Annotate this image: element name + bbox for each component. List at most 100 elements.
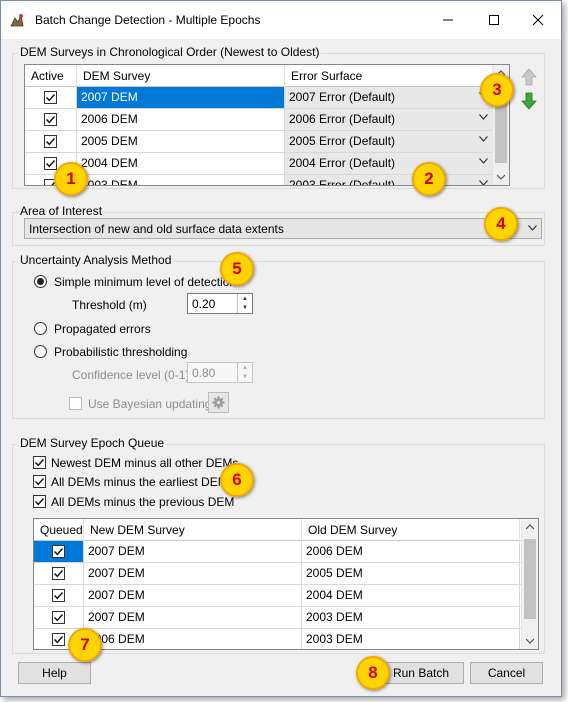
survey-row[interactable]: 2007 DEM 2007 Error (Default) bbox=[25, 87, 493, 109]
queued-checkbox[interactable] bbox=[52, 633, 65, 646]
old-dem-cell[interactable]: 2006 DEM bbox=[302, 541, 520, 562]
minimize-icon bbox=[443, 19, 453, 21]
active-checkbox[interactable] bbox=[44, 157, 57, 170]
error-surface-value: 2006 Error (Default) bbox=[289, 112, 396, 126]
old-dem-cell[interactable]: 2003 DEM bbox=[302, 629, 520, 649]
propagated-errors-radio[interactable] bbox=[34, 322, 47, 335]
threshold-spinner[interactable]: 0.20 ▲ ▼ bbox=[187, 293, 253, 314]
scroll-down-icon[interactable] bbox=[526, 638, 534, 644]
queue-scrollbar[interactable] bbox=[521, 519, 538, 649]
column-header-dem-survey[interactable]: DEM Survey bbox=[77, 65, 285, 87]
cancel-button[interactable]: Cancel bbox=[470, 662, 543, 684]
column-header-new-dem[interactable]: New DEM Survey bbox=[84, 519, 302, 541]
new-dem-cell[interactable]: 2007 DEM bbox=[84, 563, 302, 584]
move-down-button[interactable] bbox=[519, 91, 539, 111]
queue-grid-header: Queued New DEM Survey Old DEM Survey bbox=[34, 519, 538, 541]
minimize-button[interactable] bbox=[425, 1, 471, 39]
dem-survey-cell[interactable]: 2004 DEM bbox=[77, 153, 285, 174]
spin-up-icon[interactable]: ▲ bbox=[238, 294, 252, 303]
queue-row[interactable]: 2006 DEM 2003 DEM bbox=[34, 629, 521, 649]
surveys-group-label: DEM Surveys in Chronological Order (Newe… bbox=[18, 45, 322, 59]
surveys-grid-header: Active DEM Survey Error Surface bbox=[25, 65, 509, 87]
run-batch-button[interactable]: Run Batch bbox=[378, 662, 464, 684]
arrow-down-icon bbox=[521, 92, 537, 110]
propagated-errors-label: Propagated errors bbox=[54, 322, 151, 336]
queue-option-checkbox[interactable] bbox=[33, 456, 46, 469]
chevron-down-icon bbox=[479, 114, 488, 120]
survey-row[interactable]: 2006 DEM 2006 Error (Default) bbox=[25, 109, 493, 131]
bayesian-label: Use Bayesian updating bbox=[88, 397, 212, 411]
queue-grid[interactable]: Queued New DEM Survey Old DEM Survey 200… bbox=[33, 518, 539, 650]
old-dem-cell[interactable]: 2005 DEM bbox=[302, 563, 520, 584]
spin-up-icon[interactable]: ▲ bbox=[238, 363, 252, 372]
error-surface-dropdown[interactable]: 2003 Error (Default) bbox=[285, 175, 493, 186]
aoi-dropdown[interactable]: Intersection of new and old surface data… bbox=[24, 218, 542, 239]
move-up-button[interactable] bbox=[519, 67, 539, 87]
column-header-queued[interactable]: Queued bbox=[34, 519, 84, 541]
queue-row[interactable]: 2007 DEM 2003 DEM bbox=[34, 607, 521, 629]
confidence-value: 0.80 bbox=[192, 366, 216, 380]
chevron-down-icon bbox=[479, 158, 488, 164]
chevron-down-icon bbox=[479, 180, 488, 185]
queue-option-checkbox[interactable] bbox=[33, 475, 46, 488]
close-button[interactable] bbox=[515, 1, 561, 39]
queued-cell bbox=[34, 585, 84, 606]
old-dem-cell[interactable]: 2003 DEM bbox=[302, 607, 520, 628]
spin-down-icon[interactable]: ▼ bbox=[238, 372, 252, 381]
spin-down-icon[interactable]: ▼ bbox=[238, 303, 252, 312]
maximize-button[interactable] bbox=[471, 1, 517, 39]
queue-scroll-thumb[interactable] bbox=[524, 539, 536, 619]
simple-lod-radio[interactable] bbox=[34, 275, 47, 288]
active-checkbox[interactable] bbox=[44, 135, 57, 148]
error-surface-dropdown[interactable]: 2006 Error (Default) bbox=[285, 109, 493, 130]
active-cell bbox=[25, 131, 77, 152]
dem-survey-cell[interactable]: 2003 DEM bbox=[77, 175, 285, 185]
scroll-up-icon[interactable] bbox=[526, 524, 534, 530]
old-dem-cell[interactable]: 2004 DEM bbox=[302, 585, 520, 606]
queue-option-label: All DEMs minus the earliest DEM bbox=[51, 475, 228, 489]
confidence-spinner[interactable]: 0.80 ▲ ▼ bbox=[187, 362, 253, 383]
active-checkbox[interactable] bbox=[44, 91, 57, 104]
active-cell bbox=[25, 87, 77, 108]
bayesian-checkbox[interactable] bbox=[69, 397, 82, 410]
gear-icon bbox=[212, 396, 225, 409]
new-dem-cell[interactable]: 2006 DEM bbox=[84, 629, 302, 649]
confidence-spin-buttons[interactable]: ▲ ▼ bbox=[237, 363, 252, 382]
queue-row[interactable]: 2007 DEM 2005 DEM bbox=[34, 563, 521, 585]
threshold-spin-buttons[interactable]: ▲ ▼ bbox=[237, 294, 252, 313]
threshold-value: 0.20 bbox=[192, 297, 216, 311]
help-button[interactable]: Help bbox=[18, 662, 91, 684]
survey-row[interactable]: 2005 DEM 2005 Error (Default) bbox=[25, 131, 493, 153]
queued-checkbox[interactable] bbox=[52, 611, 65, 624]
queue-option-checkbox[interactable] bbox=[33, 495, 46, 508]
callout-badge-7: 7 bbox=[68, 628, 102, 662]
error-surface-dropdown[interactable]: 2004 Error (Default) bbox=[285, 153, 493, 174]
error-surface-value: 2003 Error (Default) bbox=[289, 178, 396, 186]
new-dem-cell[interactable]: 2007 DEM bbox=[84, 607, 302, 628]
bayesian-settings-button[interactable] bbox=[208, 392, 229, 413]
queue-row[interactable]: 2007 DEM 2004 DEM bbox=[34, 585, 521, 607]
probabilistic-radio[interactable] bbox=[34, 345, 47, 358]
active-cell bbox=[25, 109, 77, 130]
queue-row[interactable]: 2007 DEM 2006 DEM bbox=[34, 541, 521, 563]
queue-option-label: Newest DEM minus all other DEMs bbox=[51, 456, 239, 470]
title-bar: Batch Change Detection - Multiple Epochs bbox=[1, 1, 561, 39]
new-dem-cell[interactable]: 2007 DEM bbox=[84, 585, 302, 606]
dem-survey-cell[interactable]: 2005 DEM bbox=[77, 131, 285, 152]
new-dem-cell[interactable]: 2007 DEM bbox=[84, 541, 302, 562]
queued-checkbox[interactable] bbox=[52, 545, 65, 558]
dialog-window: Batch Change Detection - Multiple Epochs… bbox=[0, 0, 562, 697]
queued-checkbox[interactable] bbox=[52, 589, 65, 602]
column-header-error-surface[interactable]: Error Surface bbox=[285, 65, 493, 87]
scroll-down-icon[interactable] bbox=[497, 174, 505, 180]
threshold-label: Threshold (m) bbox=[72, 298, 147, 312]
dem-survey-cell[interactable]: 2007 DEM bbox=[77, 87, 285, 108]
error-surface-dropdown[interactable]: 2005 Error (Default) bbox=[285, 131, 493, 152]
column-header-old-dem[interactable]: Old DEM Survey bbox=[302, 519, 520, 541]
column-header-active[interactable]: Active bbox=[25, 65, 77, 87]
dem-survey-cell[interactable]: 2006 DEM bbox=[77, 109, 285, 130]
error-surface-dropdown[interactable]: 2007 Error (Default) bbox=[285, 87, 493, 108]
queued-checkbox[interactable] bbox=[52, 567, 65, 580]
active-checkbox[interactable] bbox=[44, 113, 57, 126]
maximize-icon bbox=[489, 15, 499, 25]
